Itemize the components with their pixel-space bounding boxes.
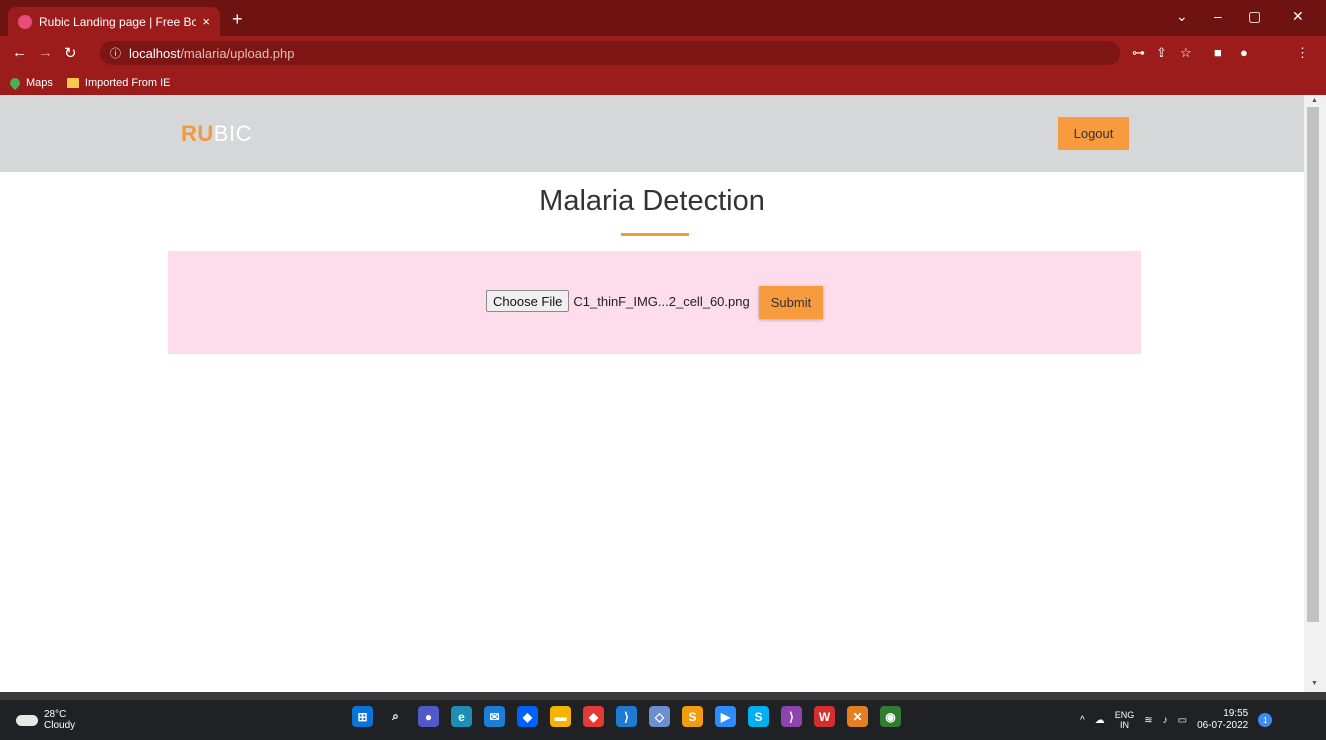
file-explorer-icon[interactable]: ▬ (550, 706, 571, 727)
taskbar-top-strip (0, 692, 1326, 700)
page-title: Malaria Detection (539, 185, 765, 217)
forward-icon[interactable]: → (38, 44, 53, 61)
logout-button[interactable]: Logout (1058, 117, 1129, 150)
search-icon[interactable]: ⌕ (385, 706, 406, 727)
url-host: localhost (129, 45, 181, 61)
url-path: /malaria/upload.php (180, 45, 295, 61)
windows-start-icon[interactable]: ⊞ (352, 706, 373, 727)
page-scrollbar[interactable]: ▲ ▼ (1304, 95, 1326, 692)
system-tray: ^ ☁ ENG IN ≋ ♪ ▭ 19:55 06-07-2022 1 (1080, 708, 1273, 732)
bookmark-star-icon[interactable]: ☆ (1180, 45, 1192, 61)
zoom-icon[interactable]: ▶ (715, 706, 736, 727)
browser-toolbar: ← → ↻ ⓘ localhost/malaria/upload.php ⊶ ⇪… (0, 36, 1326, 70)
browser-chrome: Rubic Landing page | Free Bootst × + ⌄ –… (0, 0, 1326, 95)
site-navbar: RUBIC Logout (0, 95, 1304, 172)
xampp-icon[interactable]: ✕ (847, 706, 868, 727)
upload-form: Choose File C1_thinF_IMG...2_cell_60.png… (168, 251, 1141, 354)
wifi-icon[interactable]: ≋ (1144, 715, 1152, 726)
git-app-icon[interactable]: ◆ (583, 706, 604, 727)
submit-button[interactable]: Submit (759, 286, 823, 319)
tab-favicon-icon (18, 14, 32, 29)
close-window-button[interactable]: ✕ (1292, 8, 1304, 25)
scroll-thumb[interactable] (1307, 107, 1319, 622)
edge-icon[interactable]: e (451, 706, 472, 727)
weather-condition: Cloudy (44, 720, 76, 731)
folder-icon (66, 77, 79, 88)
lang-line1: ENG (1114, 710, 1135, 720)
onedrive-icon[interactable]: ☁ (1095, 715, 1105, 726)
browser-tab[interactable]: Rubic Landing page | Free Bootst × (8, 7, 220, 36)
tab-search-icon[interactable]: ⌄ (1176, 8, 1188, 25)
temperature: 28°C (44, 709, 67, 720)
bookmark-imported-from-ie[interactable]: Imported From IE (66, 76, 171, 89)
wps-office-icon[interactable]: W (814, 706, 835, 727)
clock-time: 19:55 (1223, 708, 1249, 719)
share-icon[interactable]: ⇪ (1156, 45, 1167, 61)
profile-avatar-icon[interactable]: ● (1240, 45, 1248, 60)
address-bar[interactable]: ⓘ localhost/malaria/upload.php (100, 41, 1120, 65)
menu-icon[interactable]: ⋮ (1296, 45, 1309, 61)
minimize-button[interactable]: – (1214, 8, 1222, 24)
clock[interactable]: 19:55 06-07-2022 (1197, 708, 1248, 732)
maximize-button[interactable]: ▢ (1248, 8, 1261, 25)
chevron-up-icon[interactable]: ^ (1080, 715, 1085, 726)
lang-line2: IN (1119, 720, 1129, 730)
bookmark-maps[interactable]: Maps (7, 75, 53, 90)
chrome-icon[interactable]: ◉ (880, 706, 901, 727)
title-underline (621, 233, 689, 236)
bookmark-label: Imported From IE (84, 76, 171, 89)
file-input[interactable]: Choose File C1_thinF_IMG...2_cell_60.png (486, 290, 750, 312)
selected-file-name: C1_thinF_IMG...2_cell_60.png (573, 293, 750, 309)
mail-icon[interactable]: ✉ (484, 706, 505, 727)
tab-close-icon[interactable]: × (202, 14, 210, 29)
cloud-icon (16, 714, 38, 726)
vscode-icon[interactable]: ⟩ (616, 706, 637, 727)
choose-file-button[interactable]: Choose File (486, 290, 570, 312)
sidebar-icon[interactable]: ■ (1214, 45, 1222, 60)
bookmarks-bar: Maps Imported From IE (0, 70, 1326, 95)
notification-badge[interactable]: 1 (1258, 713, 1273, 727)
logo-part-light: BIC (213, 121, 252, 146)
new-tab-button[interactable]: + (232, 9, 243, 30)
bookmark-label: Maps (26, 76, 53, 89)
logo-part-accent: RU (181, 121, 214, 146)
skype-icon[interactable]: S (748, 706, 769, 727)
visual-studio-icon[interactable]: ⟩ (781, 706, 802, 727)
language-indicator[interactable]: ENG IN (1115, 710, 1135, 730)
key-icon[interactable]: ⊶ (1132, 45, 1145, 61)
scroll-down-icon[interactable]: ▼ (1311, 680, 1318, 687)
site-info-icon[interactable]: ⓘ (110, 45, 121, 61)
site-logo[interactable]: RUBIC (181, 121, 252, 147)
reload-icon[interactable]: ↻ (64, 44, 77, 62)
taskbar-apps: ⊞ ⌕ ● e ✉ ◆ ▬ ◆ ⟩ ◇ S ▶ S ⟩ W ✕ ◉ (352, 706, 901, 727)
sublime-text-icon[interactable]: S (682, 706, 703, 727)
diamond-app-icon[interactable]: ◇ (649, 706, 670, 727)
volume-icon[interactable]: ♪ (1163, 715, 1168, 726)
scroll-up-icon[interactable]: ▲ (1311, 97, 1318, 104)
battery-icon[interactable]: ▭ (1178, 715, 1187, 726)
maps-icon (7, 75, 23, 90)
teams-chat-icon[interactable]: ● (418, 706, 439, 727)
dropbox-icon[interactable]: ◆ (517, 706, 538, 727)
tab-title: Rubic Landing page | Free Bootst (39, 14, 197, 29)
weather-widget[interactable]: 28°C Cloudy (16, 709, 75, 731)
back-icon[interactable]: ← (12, 44, 27, 61)
tab-bar: Rubic Landing page | Free Bootst × + ⌄ –… (0, 0, 1326, 36)
page-content: RUBIC Logout Malaria Detection Choose Fi… (0, 95, 1304, 692)
taskbar: 28°C Cloudy ⊞ ⌕ ● e ✉ ◆ ▬ ◆ ⟩ ◇ S ▶ S ⟩ … (0, 692, 1326, 740)
clock-date: 06-07-2022 (1197, 720, 1249, 731)
